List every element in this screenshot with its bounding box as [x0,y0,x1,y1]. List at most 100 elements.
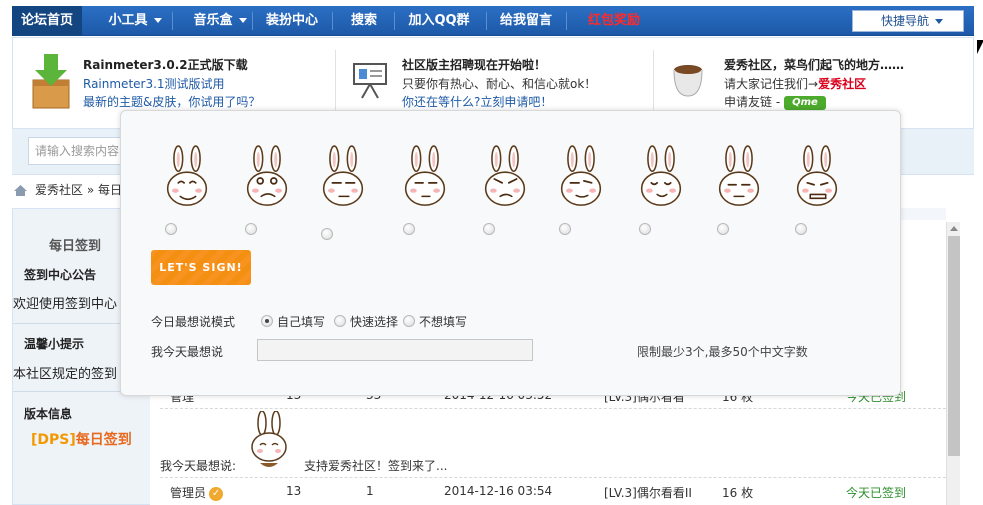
banner-download-link[interactable]: Rainmeter3.1测试版试用 [83,75,225,92]
nav-home[interactable]: 论坛首页 [12,6,82,36]
mood-text: 支持爱秀社区！签到来了... [304,459,448,473]
sidebar-version-name: [DPS]每日签到 [31,429,132,449]
row-time: 2014-12-16 03:54 [444,484,553,498]
search-input[interactable]: 请输入搜索内容 [28,137,128,165]
sidebar-notice-text: 欢迎使用签到中心 [13,297,118,312]
nav-divider [394,12,395,30]
mode-option-quick-select[interactable]: 快速选择 [350,313,398,330]
emoji-radio[interactable] [321,228,333,240]
banner-download-title[interactable]: Rainmeter3.0.2正式版下载 [83,56,248,73]
nav-dress-center[interactable]: 装扮中心 [256,6,328,36]
emoji-radio[interactable] [483,223,495,235]
mode-radio-no-fill[interactable] [403,315,415,327]
quick-nav-dropdown[interactable]: 快捷导航 [852,10,964,32]
banner-community-prefix: 请大家记住我们→ [724,77,819,91]
sweating-rabbit-icon[interactable] [551,145,611,211]
chevron-down-icon [238,18,247,23]
row-level: [LV.3]偶尔看看II [604,486,692,500]
mouse-cursor-icon [977,40,983,54]
nav-divider [252,12,253,30]
banner-community-text: 请大家记住我们→爱秀社区 [724,75,866,92]
emoji-radio[interactable] [165,223,177,235]
sidebar-title: 每日签到 [49,239,102,254]
scroll-thumb[interactable] [948,236,960,456]
sign-in-button[interactable]: LET'S SIGN! [151,250,251,285]
sidebar-version-heading: 版本信息 [24,407,73,421]
mode-option-no-fill[interactable]: 不想填写 [419,313,467,330]
chevron-down-icon [935,19,944,24]
sidebar-notice-heading: 签到中心公告 [24,268,97,282]
row-reward: 16 枚 [722,486,754,500]
angry-rabbit-icon[interactable] [475,145,535,211]
mood-label: 我今天最想说: [160,459,237,473]
banner-friend-link[interactable]: 申请友链 - Qme [724,93,826,110]
mode-option-self-write[interactable]: 自己填写 [277,313,325,330]
nav-leave-message[interactable]: 给我留言 [490,6,562,36]
mood-entry: 我今天最想说: 支持爱秀社区！签到来了... [160,408,946,478]
table-row: 管理员 ✓ 13 1 2014-12-16 03:54 [LV.3]偶尔看看II … [160,484,946,502]
row-user-name: 管理员 [170,486,207,500]
smoking-rabbit-icon[interactable] [313,145,373,211]
breadcrumb-separator: » [86,183,95,197]
banner-community-title: 爱秀社区，菜鸟们起飞的地方…… [724,58,905,72]
top-nav-bar: 论坛首页 小工具 音乐盒 装扮中心 搜索 加入QQ群 给我留言 红包奖励 [12,6,974,36]
grinning-rabbit-icon[interactable] [787,145,847,211]
breadcrumb-current[interactable]: 每日 [98,183,122,197]
banner-community-name[interactable]: 爱秀社区 [818,77,866,91]
emoji-radio[interactable] [559,223,571,235]
bored-rabbit-icon[interactable] [395,145,455,211]
mood-input[interactable] [257,339,533,361]
nav-divider [332,12,333,30]
nav-search[interactable]: 搜索 [336,6,392,36]
banner-recruit-text: 只要你有热心、耐心、和信心就ok！ [402,77,597,91]
happy-rabbit-icon [251,411,287,467]
sidebar-tips-text: 本社区规定的签到 [13,367,118,382]
presentation-board-icon [353,63,387,99]
banner-apply-link[interactable]: 你还在等什么?立刻申请吧！ [402,93,552,110]
crying-rabbit-icon[interactable] [237,145,297,211]
row-days: 1 [366,484,374,498]
row-status: 今天已签到 [846,486,907,500]
version-tag: [DPS] [31,432,76,448]
eating-rabbit-icon[interactable] [631,145,691,211]
mode-radio-self-write[interactable] [261,315,273,327]
char-limit-text: 限制最少3个,最多50个中文字数 [637,345,808,359]
emoji-radio[interactable] [795,223,807,235]
nav-join-qq-group[interactable]: 加入QQ群 [398,6,480,36]
emoji-radio[interactable] [403,223,415,235]
list-scrollbar[interactable] [946,222,960,505]
coffee-cup-icon [673,65,703,97]
quick-nav-label: 快捷导航 [881,14,930,28]
mode-radio-quick-select[interactable] [334,315,346,327]
verified-badge-icon: ✓ [209,486,224,501]
scroll-up-arrow-icon[interactable] [950,226,958,231]
nav-tools[interactable]: 小工具 [100,6,170,36]
emoji-radio[interactable] [717,223,729,235]
breadcrumb-site[interactable]: 爱秀社区 [35,183,83,197]
nav-divider [172,12,173,30]
nav-divider [566,12,567,30]
sidebar-tips-heading: 温馨小提示 [24,337,85,351]
nav-tools-label: 小工具 [108,13,148,28]
sign-in-dialog: LET'S SIGN! 今日最想说模式 自己填写 快速选择 不想填写 我今天最想… [120,110,901,396]
emoji-radio[interactable] [639,223,651,235]
qme-logo-icon[interactable]: Qme [783,95,826,110]
row-user[interactable]: 管理员 ✓ [170,484,224,501]
row-count: 13 [286,484,302,498]
happy-rabbit-icon[interactable] [157,145,217,211]
lying-rabbit-icon[interactable] [709,145,769,211]
nav-music-label: 音乐盒 [193,13,233,28]
nav-music[interactable]: 音乐盒 [180,6,260,36]
version-label: 每日签到 [75,432,132,448]
download-box-icon [32,54,70,109]
home-icon[interactable] [14,185,27,196]
nav-red-packet[interactable]: 红包奖励 [574,6,654,36]
nav-divider [486,12,487,30]
chevron-down-icon [153,18,162,23]
mood-mode-label: 今日最想说模式 [151,315,236,329]
banner-recruit-title[interactable]: 社区版主招聘现在开始啦！ [402,56,546,73]
mood-input-label: 我今天最想说 [151,345,224,359]
breadcrumb: 爱秀社区 » 每日 [14,180,122,200]
emoji-radio[interactable] [245,223,257,235]
banner-themes-link[interactable]: 最新的主题&皮肤，你试用了吗？ [83,93,260,110]
